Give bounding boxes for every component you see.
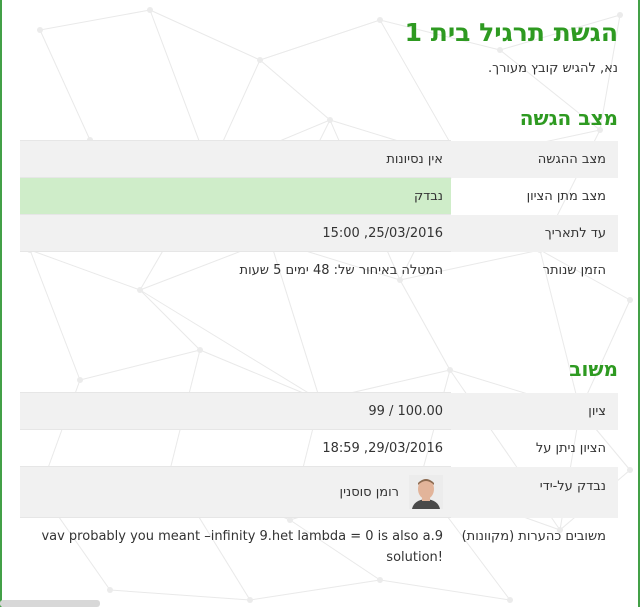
frame-border-right bbox=[638, 0, 640, 607]
submission-status-table: מצב ההגשה אין נסיונות מצב מתן הציון נבדק… bbox=[20, 140, 618, 289]
frame-border-left bbox=[0, 0, 2, 607]
table-row: נבדק על-ידי רומן סוסנין bbox=[20, 466, 618, 518]
time-remaining-value: המטלה באיחור של: 48 ימים 5 שעות bbox=[239, 262, 443, 278]
row-label: עד לתאריך bbox=[451, 214, 618, 252]
table-row: עד לתאריך 25/03/2016, 15:00 bbox=[20, 214, 618, 252]
avatar[interactable] bbox=[409, 475, 443, 509]
row-value: אין נסיונות bbox=[20, 140, 451, 178]
page-title: הגשת תרגיל בית 1 bbox=[404, 18, 618, 47]
grade-value: 99 / 100.00 bbox=[20, 392, 451, 430]
table-row: מצב ההגשה אין נסיונות bbox=[20, 140, 618, 178]
horizontal-scrollbar[interactable] bbox=[0, 600, 100, 607]
feedback-comments-cell: vav probably you meant –infinity 9.het l… bbox=[20, 518, 451, 578]
row-label: הזמן שנותר bbox=[542, 262, 606, 278]
row-label: נבדק על-ידי bbox=[451, 466, 618, 518]
due-date-value: 25/03/2016, 15:00 bbox=[20, 214, 451, 252]
row-label: מצב ההגשה bbox=[451, 140, 618, 178]
row-label: הציון ניתן על bbox=[535, 440, 606, 456]
grader-name[interactable]: רומן סוסנין bbox=[340, 485, 399, 500]
person-photo-icon bbox=[409, 475, 443, 509]
submission-status-heading: מצב הגשה bbox=[519, 106, 618, 130]
table-row: מצב מתן הציון נבדק bbox=[20, 177, 618, 215]
page-subtitle: נא, להגיש קובץ מעורך. bbox=[487, 61, 618, 76]
table-row: משובים כהערות (מקוונות) vav probably you… bbox=[20, 518, 618, 578]
table-row: הזמן שנותר המטלה באיחור של: 48 ימים 5 שע… bbox=[20, 252, 618, 289]
grading-status-value: נבדק bbox=[20, 177, 451, 215]
feedback-comments-text: vav probably you meant –infinity 9.het l… bbox=[41, 529, 443, 565]
table-row: ציון 99 / 100.00 bbox=[20, 392, 618, 430]
feedback-table: ציון 99 / 100.00 הציון ניתן על 29/03/201… bbox=[20, 392, 618, 578]
row-label: משובים כהערות (מקוונות) bbox=[461, 528, 606, 544]
row-label: ציון bbox=[451, 392, 618, 430]
graded-on-value: 29/03/2016, 18:59 bbox=[322, 440, 443, 456]
grader-cell: רומן סוסנין bbox=[20, 466, 451, 518]
feedback-heading: משוב bbox=[569, 357, 618, 381]
row-label: מצב מתן הציון bbox=[526, 188, 606, 204]
table-row: הציון ניתן על 29/03/2016, 18:59 bbox=[20, 430, 618, 467]
